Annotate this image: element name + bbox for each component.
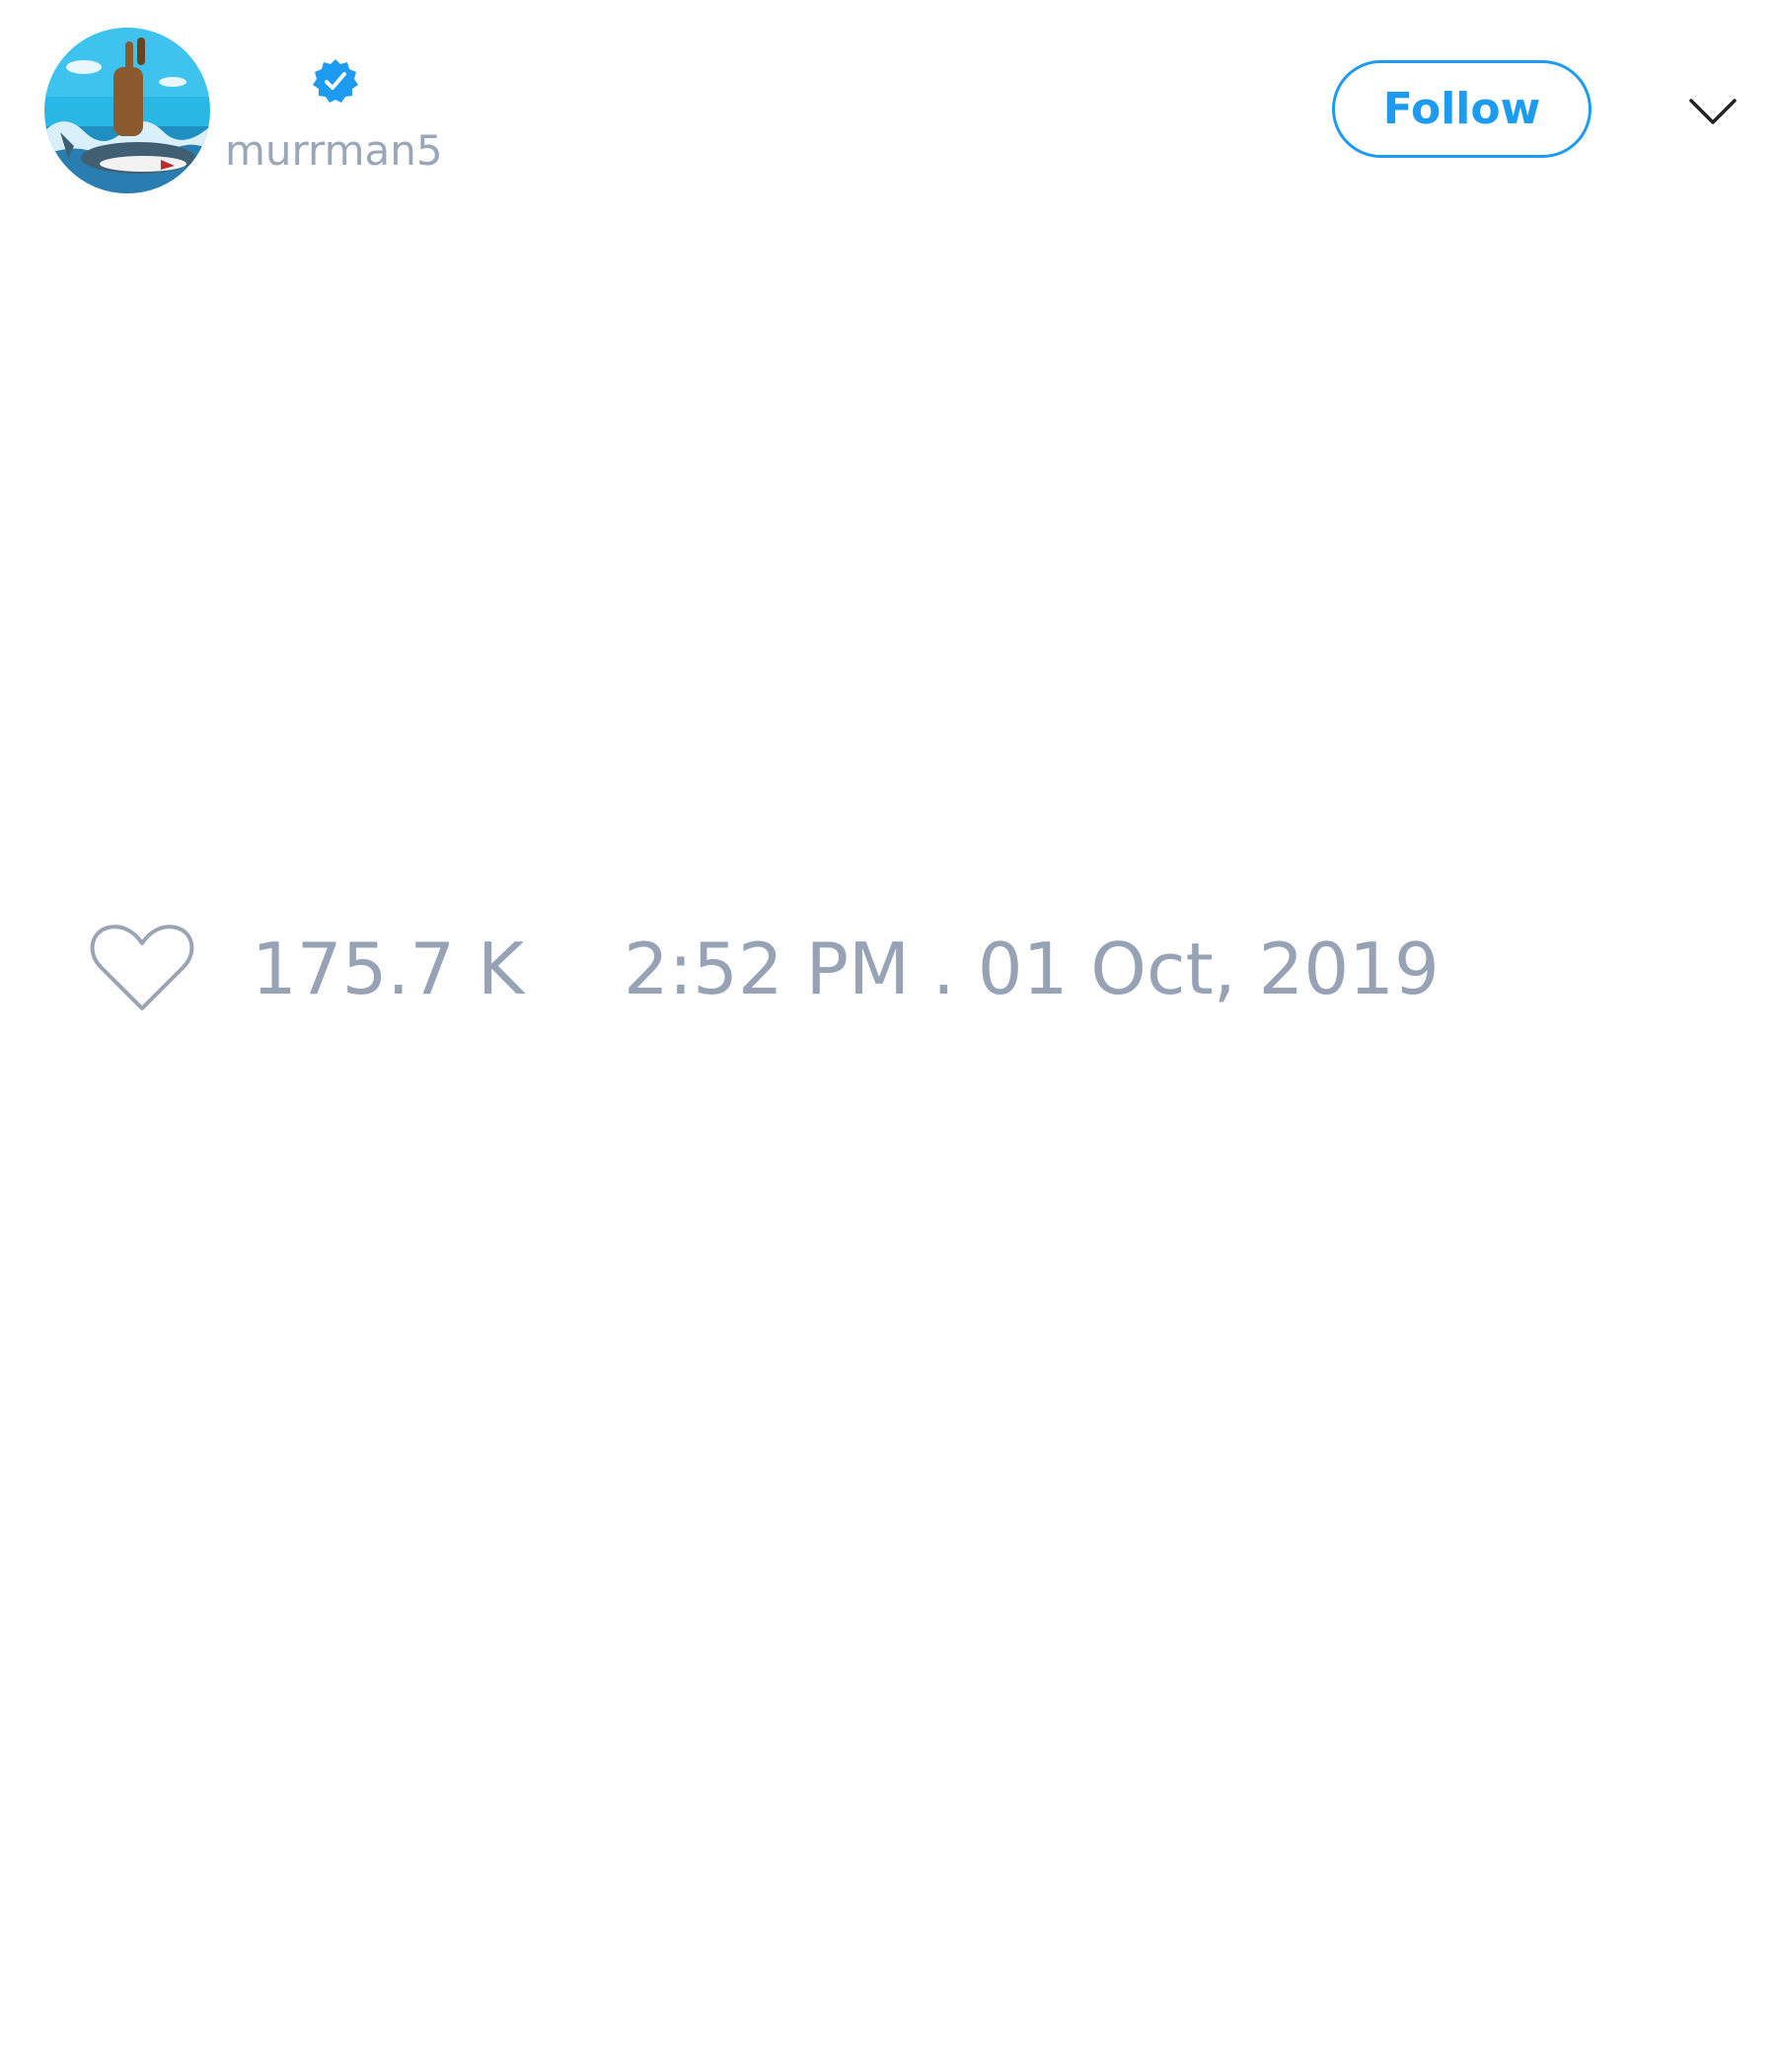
follow-button[interactable]: Follow [1332,60,1591,158]
tweet-card: murrman5 Follow 175.7 K 2:52 PM . 01 Oct… [0,0,1776,2072]
like-count: 175.7 K [252,927,525,1010]
avatar-image [44,28,210,193]
chevron-down-icon[interactable] [1685,87,1740,134]
verified-badge-icon [313,59,358,103]
heart-outline-icon[interactable] [89,918,195,1016]
tweet-timestamp[interactable]: 2:52 PM . 01 Oct, 2019 [624,927,1440,1010]
author-avatar[interactable] [44,28,210,193]
author-handle[interactable]: murrman5 [225,126,443,176]
